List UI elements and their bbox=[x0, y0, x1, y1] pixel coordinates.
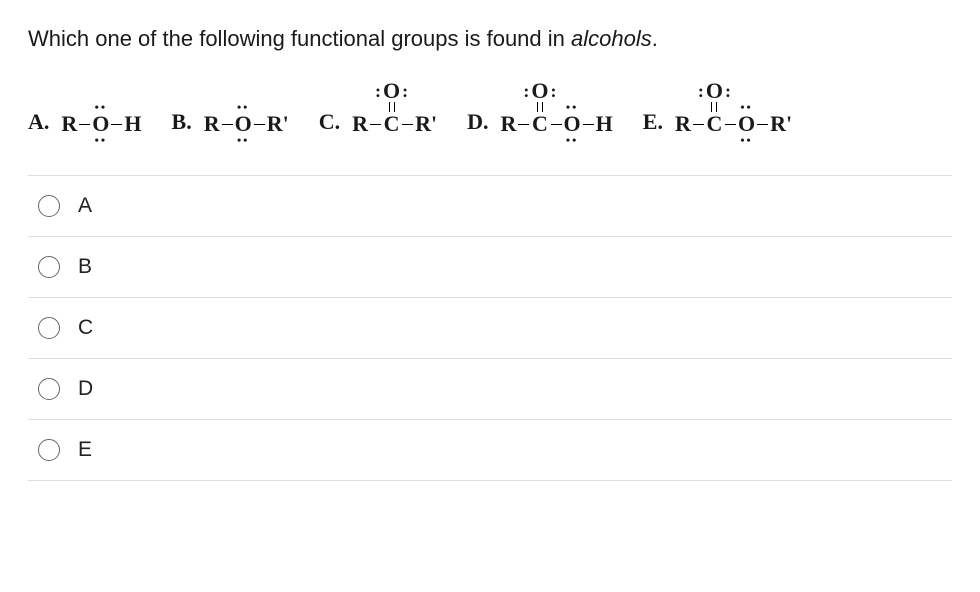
carbonyl-group: O C bbox=[531, 81, 548, 135]
atom-O: O bbox=[235, 113, 252, 135]
radio-icon[interactable] bbox=[38, 378, 60, 400]
carbonyl-group: O C bbox=[383, 81, 400, 135]
bond-icon bbox=[370, 113, 381, 135]
radio-icon[interactable] bbox=[38, 256, 60, 278]
question-text-pre: Which one of the following functional gr… bbox=[28, 26, 571, 51]
bond-icon bbox=[583, 113, 594, 135]
structure-A: R O H bbox=[61, 83, 141, 135]
bond-icon bbox=[518, 113, 529, 135]
formula-A: A. R O H bbox=[28, 83, 142, 135]
bond-icon bbox=[693, 113, 704, 135]
atom-C: C bbox=[706, 113, 722, 135]
atom-O-top: O bbox=[383, 81, 400, 101]
atom-O: O bbox=[92, 113, 109, 135]
atom-H: H bbox=[124, 113, 141, 135]
option-row-E[interactable]: E bbox=[28, 420, 952, 481]
bond-icon bbox=[79, 113, 90, 135]
bond-icon bbox=[111, 113, 122, 135]
formula-letter-A: A. bbox=[28, 109, 49, 135]
atom-R: R bbox=[501, 113, 517, 135]
atom-C: C bbox=[384, 113, 400, 135]
atom-Rprime: R' bbox=[770, 113, 792, 135]
carbonyl-group: O C bbox=[706, 81, 723, 135]
structure-D: R O C O H bbox=[501, 83, 613, 135]
atom-R: R bbox=[675, 113, 691, 135]
formula-row: A. R O H B. R O R' C. R O C bbox=[28, 83, 952, 135]
option-label-A: A bbox=[78, 194, 92, 218]
atom-Rprime: R' bbox=[415, 113, 437, 135]
option-label-E: E bbox=[78, 438, 92, 462]
formula-letter-B: B. bbox=[172, 109, 192, 135]
option-row-D[interactable]: D bbox=[28, 359, 952, 420]
formula-letter-D: D. bbox=[467, 109, 488, 135]
bond-icon bbox=[254, 113, 265, 135]
formula-B: B. R O R' bbox=[172, 83, 289, 135]
atom-C: C bbox=[532, 113, 548, 135]
atom-O: O bbox=[564, 113, 581, 135]
atom-O-top: O bbox=[531, 81, 548, 101]
bond-icon bbox=[222, 113, 233, 135]
formula-E: E. R O C O R' bbox=[643, 83, 792, 135]
atom-O: O bbox=[738, 113, 755, 135]
atom-R: R bbox=[61, 113, 77, 135]
atom-O-top: O bbox=[706, 81, 723, 101]
question-stem: Which one of the following functional gr… bbox=[28, 24, 952, 55]
bond-icon bbox=[757, 113, 768, 135]
question-text-post: . bbox=[652, 26, 658, 51]
formula-letter-E: E. bbox=[643, 109, 663, 135]
radio-icon[interactable] bbox=[38, 317, 60, 339]
atom-H: H bbox=[596, 113, 613, 135]
structure-C: R O C R' bbox=[352, 83, 437, 135]
structure-B: R O R' bbox=[204, 83, 289, 135]
atom-R: R bbox=[204, 113, 220, 135]
bond-icon bbox=[402, 113, 413, 135]
formula-D: D. R O C O H bbox=[467, 83, 613, 135]
option-label-B: B bbox=[78, 255, 92, 279]
bond-icon bbox=[725, 113, 736, 135]
option-row-C[interactable]: C bbox=[28, 298, 952, 359]
formula-C: C. R O C R' bbox=[319, 83, 437, 135]
bond-icon bbox=[551, 113, 562, 135]
structure-E: R O C O R' bbox=[675, 83, 792, 135]
formula-letter-C: C. bbox=[319, 109, 340, 135]
option-row-A[interactable]: A bbox=[28, 176, 952, 237]
option-row-B[interactable]: B bbox=[28, 237, 952, 298]
answer-options: A B C D E bbox=[28, 175, 952, 481]
option-label-C: C bbox=[78, 316, 93, 340]
question-text-italic: alcohols bbox=[571, 26, 652, 51]
atom-R: R bbox=[352, 113, 368, 135]
atom-Rprime: R' bbox=[267, 113, 289, 135]
option-label-D: D bbox=[78, 377, 93, 401]
radio-icon[interactable] bbox=[38, 439, 60, 461]
radio-icon[interactable] bbox=[38, 195, 60, 217]
